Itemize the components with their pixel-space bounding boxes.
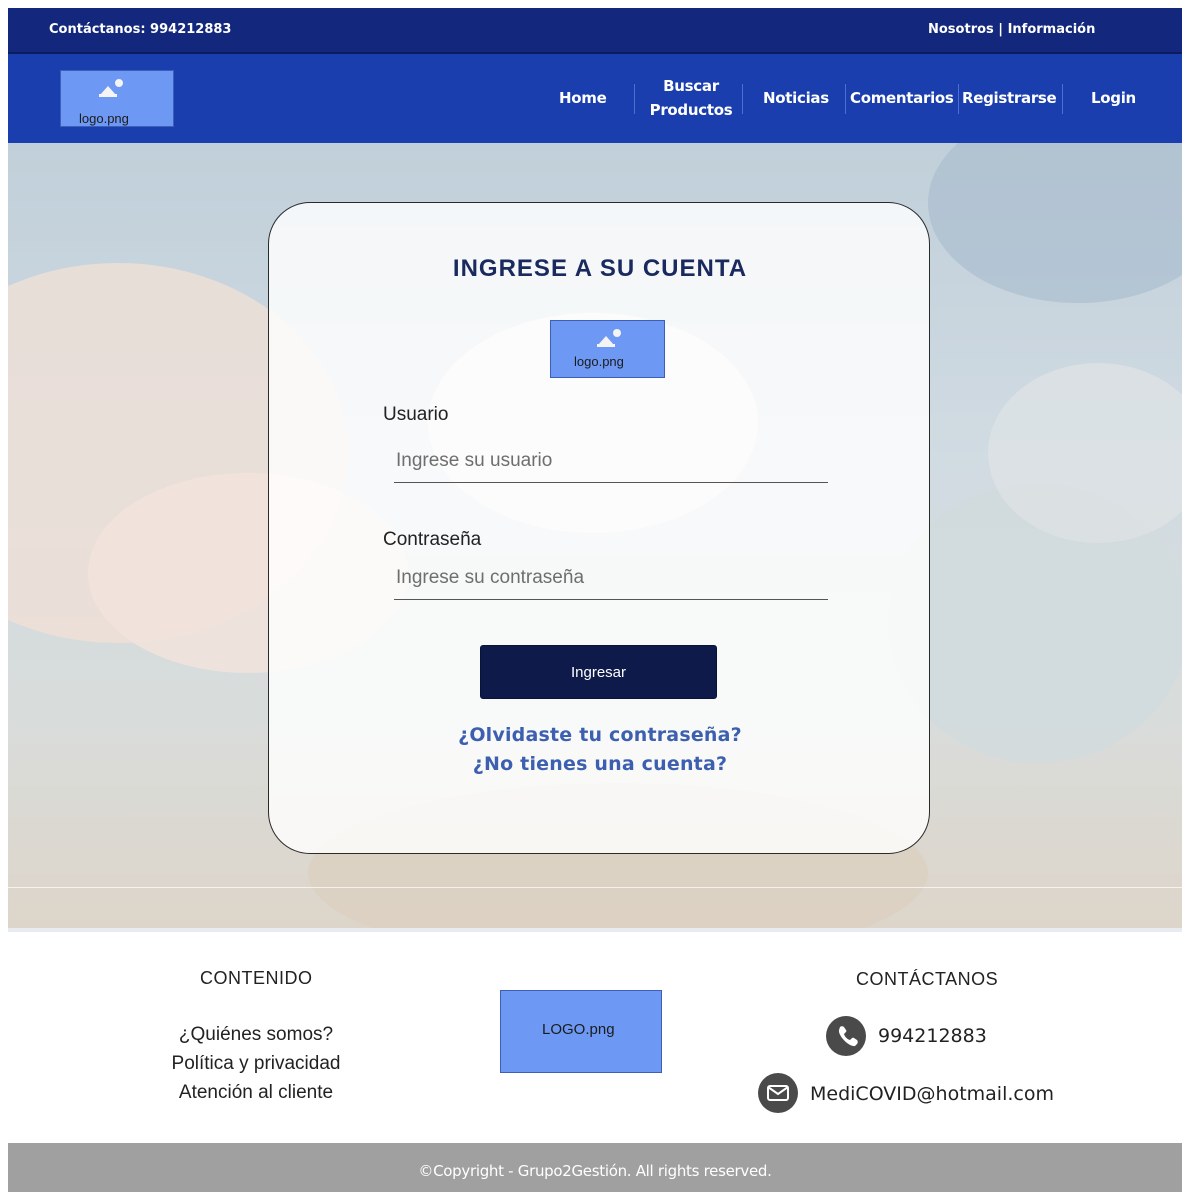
footer: CONTENIDO ¿Quiénes somos? Política y pri… xyxy=(8,928,1182,1143)
password-label: Contraseña xyxy=(383,529,482,550)
footer-email[interactable]: MediCOVID@hotmail.com xyxy=(810,1083,1054,1105)
username-input[interactable] xyxy=(394,450,828,483)
nav-comentarios[interactable]: Comentarios xyxy=(850,86,954,110)
nav-divider xyxy=(634,84,635,114)
copyright-bar: ©Copyright - Grupo2Gestión. All rights r… xyxy=(8,1143,1182,1192)
nav-buscar-productos[interactable]: Buscar Productos xyxy=(647,74,735,122)
top-contact-bar: Contáctanos: 994212883 Nosotros | Inform… xyxy=(8,8,1182,52)
footer-logo: LOGO.png xyxy=(500,990,662,1073)
footer-link-atencion[interactable]: Atención al cliente xyxy=(156,1082,356,1104)
login-title: INGRESE A SU CUENTA xyxy=(452,255,748,282)
mail-icon xyxy=(758,1073,798,1113)
nav-buscar-line1: Buscar xyxy=(663,77,719,95)
image-placeholder-icon xyxy=(99,79,123,97)
nav-login[interactable]: Login xyxy=(1091,86,1136,110)
login-submit-button[interactable]: Ingresar xyxy=(480,645,717,699)
hero-background: INGRESE A SU CUENTA logo.png Usuario Con… xyxy=(8,143,1182,928)
hero-divider xyxy=(8,887,1182,888)
username-label: Usuario xyxy=(383,404,449,425)
nav-divider xyxy=(742,84,743,114)
header-logo-caption: logo.png xyxy=(79,111,129,126)
register-link[interactable]: ¿No tienes una cuenta? xyxy=(269,753,931,775)
footer-contacto-title: CONTÁCTANOS xyxy=(856,969,999,989)
nav-noticias[interactable]: Noticias xyxy=(763,86,829,110)
footer-phone[interactable]: 994212883 xyxy=(878,1025,987,1047)
nav-buscar-line2: Productos xyxy=(649,101,733,119)
top-contact-text: Contáctanos: 994212883 xyxy=(49,22,232,37)
nav-divider xyxy=(958,84,959,114)
nav-home[interactable]: Home xyxy=(559,86,607,110)
page: Contáctanos: 994212883 Nosotros | Inform… xyxy=(8,8,1182,1192)
main-navbar: logo.png Home Buscar Productos Noticias … xyxy=(8,52,1182,143)
login-logo: logo.png xyxy=(550,320,665,378)
footer-contenido-title: CONTENIDO xyxy=(200,968,313,988)
nav-registrarse[interactable]: Registrarse xyxy=(962,86,1057,110)
forgot-password-link[interactable]: ¿Olvidaste tu contraseña? xyxy=(269,724,931,746)
nav-divider xyxy=(1062,84,1063,114)
nav-divider xyxy=(845,84,846,114)
footer-link-politica[interactable]: Política y privacidad xyxy=(156,1053,356,1075)
login-logo-caption: logo.png xyxy=(574,354,624,369)
header-logo[interactable]: logo.png xyxy=(60,70,174,127)
footer-logo-caption: LOGO.png xyxy=(542,1021,615,1038)
phone-icon xyxy=(826,1016,866,1056)
login-card: INGRESE A SU CUENTA logo.png Usuario Con… xyxy=(268,202,930,854)
top-links[interactable]: Nosotros | Información xyxy=(928,22,1095,37)
image-placeholder-icon xyxy=(597,329,621,347)
password-input[interactable] xyxy=(394,567,828,600)
footer-link-quienes[interactable]: ¿Quiénes somos? xyxy=(156,1024,356,1046)
copyright-text: ©Copyright - Grupo2Gestión. All rights r… xyxy=(418,1162,772,1180)
